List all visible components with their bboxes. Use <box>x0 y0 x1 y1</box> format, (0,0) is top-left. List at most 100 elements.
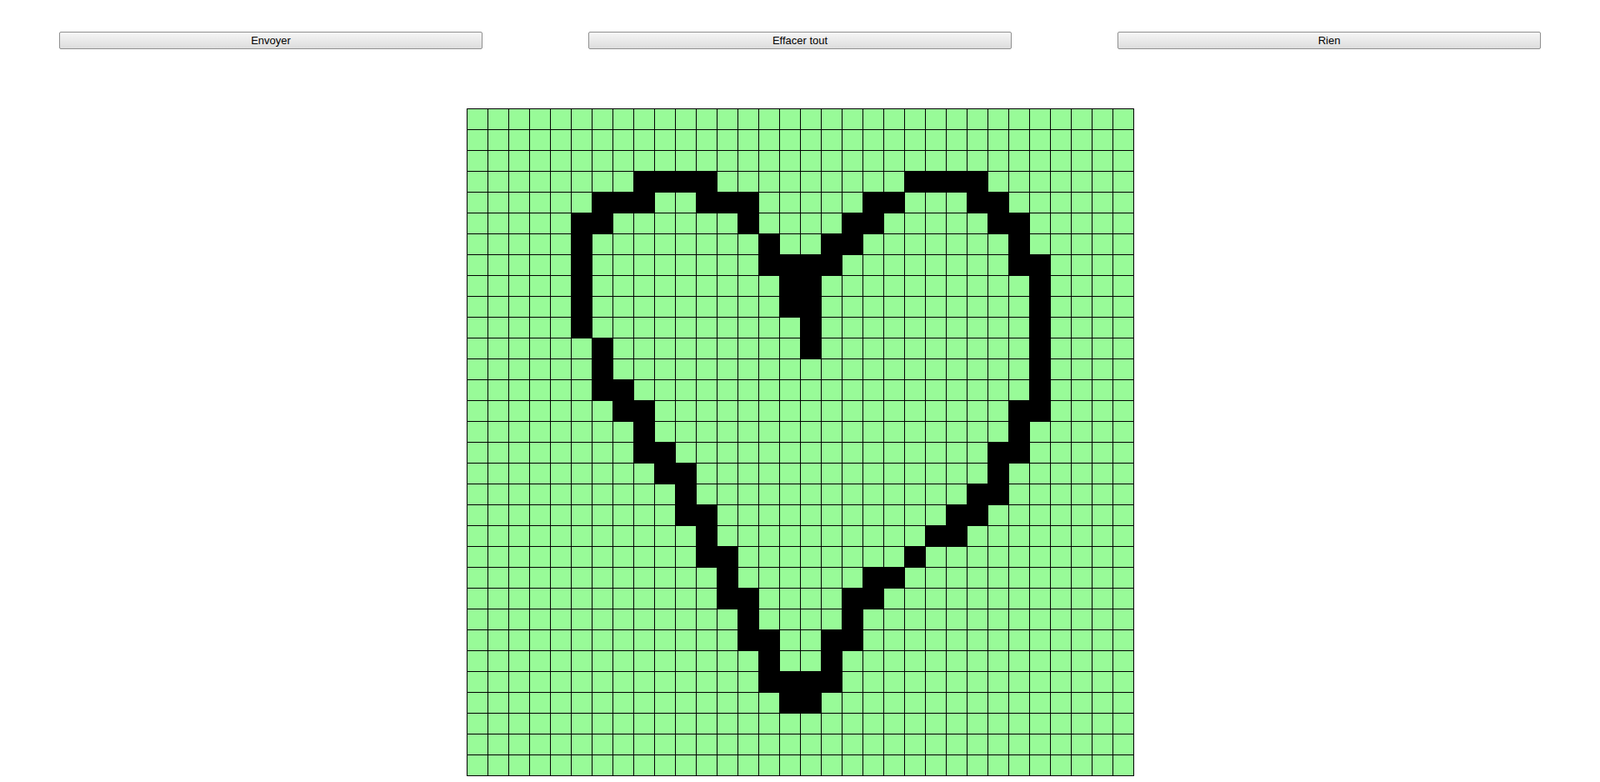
grid-cell[interactable] <box>675 150 696 171</box>
grid-cell[interactable] <box>759 442 780 463</box>
grid-cell[interactable] <box>717 609 738 630</box>
grid-cell[interactable] <box>1071 171 1092 192</box>
grid-cell[interactable] <box>738 317 759 338</box>
grid-cell[interactable] <box>571 713 592 734</box>
grid-cell[interactable] <box>946 463 967 484</box>
grid-cell[interactable] <box>530 692 550 713</box>
grid-cell[interactable] <box>946 109 967 130</box>
grid-cell[interactable] <box>821 213 842 234</box>
grid-cell[interactable] <box>759 546 780 567</box>
grid-cell[interactable] <box>488 400 509 421</box>
grid-cell[interactable] <box>780 192 800 213</box>
grid-cell[interactable] <box>530 650 550 671</box>
grid-cell[interactable] <box>550 734 571 755</box>
grid-cell[interactable] <box>571 380 592 400</box>
grid-cell[interactable] <box>488 150 509 171</box>
grid-cell[interactable] <box>717 296 738 317</box>
grid-cell[interactable] <box>800 192 821 213</box>
grid-cell[interactable] <box>863 400 884 421</box>
grid-cell[interactable] <box>467 463 488 484</box>
grid-cell[interactable] <box>759 109 780 130</box>
grid-cell[interactable] <box>467 713 488 734</box>
grid-cell[interactable] <box>509 171 530 192</box>
grid-cell[interactable] <box>842 255 863 275</box>
grid-cell[interactable] <box>655 713 675 734</box>
grid-cell[interactable] <box>738 567 759 588</box>
grid-cell[interactable] <box>613 630 634 650</box>
grid-cell[interactable] <box>884 130 905 150</box>
grid-cell[interactable] <box>863 671 884 692</box>
grid-cell[interactable] <box>821 400 842 421</box>
grid-cell[interactable] <box>509 255 530 275</box>
grid-cell[interactable] <box>988 150 1009 171</box>
grid-cell[interactable] <box>863 463 884 484</box>
grid-cell[interactable] <box>967 400 988 421</box>
grid-cell[interactable] <box>967 317 988 338</box>
grid-cell[interactable] <box>613 400 634 421</box>
grid-cell[interactable] <box>1030 734 1050 755</box>
grid-cell[interactable] <box>1050 255 1071 275</box>
grid-cell[interactable] <box>467 130 488 150</box>
grid-cell[interactable] <box>1071 150 1092 171</box>
grid-cell[interactable] <box>1030 380 1050 400</box>
grid-cell[interactable] <box>571 588 592 609</box>
grid-cell[interactable] <box>1050 234 1071 255</box>
grid-cell[interactable] <box>988 380 1009 400</box>
grid-cell[interactable] <box>821 150 842 171</box>
grid-cell[interactable] <box>571 630 592 650</box>
grid-cell[interactable] <box>925 609 946 630</box>
grid-cell[interactable] <box>488 671 509 692</box>
grid-cell[interactable] <box>1050 525 1071 546</box>
grid-cell[interactable] <box>1092 484 1113 505</box>
grid-cell[interactable] <box>1030 650 1050 671</box>
grid-cell[interactable] <box>884 400 905 421</box>
grid-cell[interactable] <box>530 192 550 213</box>
grid-cell[interactable] <box>905 588 925 609</box>
grid-cell[interactable] <box>884 109 905 130</box>
grid-cell[interactable] <box>967 109 988 130</box>
grid-cell[interactable] <box>550 692 571 713</box>
grid-cell[interactable] <box>1071 317 1092 338</box>
grid-cell[interactable] <box>884 275 905 296</box>
grid-cell[interactable] <box>1071 755 1092 775</box>
grid-cell[interactable] <box>634 317 655 338</box>
grid-cell[interactable] <box>592 150 613 171</box>
grid-cell[interactable] <box>592 484 613 505</box>
grid-cell[interactable] <box>905 671 925 692</box>
grid-cell[interactable] <box>675 359 696 380</box>
grid-cell[interactable] <box>821 442 842 463</box>
grid-cell[interactable] <box>988 296 1009 317</box>
grid-cell[interactable] <box>988 692 1009 713</box>
grid-cell[interactable] <box>550 463 571 484</box>
grid-cell[interactable] <box>550 171 571 192</box>
grid-cell[interactable] <box>550 150 571 171</box>
grid-cell[interactable] <box>1092 192 1113 213</box>
grid-cell[interactable] <box>988 442 1009 463</box>
grid-cell[interactable] <box>863 734 884 755</box>
grid-cell[interactable] <box>1071 400 1092 421</box>
grid-cell[interactable] <box>780 484 800 505</box>
grid-cell[interactable] <box>488 296 509 317</box>
grid-cell[interactable] <box>634 213 655 234</box>
grid-cell[interactable] <box>592 546 613 567</box>
grid-cell[interactable] <box>1113 359 1134 380</box>
grid-cell[interactable] <box>800 213 821 234</box>
grid-cell[interactable] <box>988 130 1009 150</box>
grid-cell[interactable] <box>655 171 675 192</box>
grid-cell[interactable] <box>1071 234 1092 255</box>
grid-cell[interactable] <box>675 525 696 546</box>
grid-cell[interactable] <box>821 255 842 275</box>
grid-cell[interactable] <box>821 317 842 338</box>
grid-cell[interactable] <box>925 317 946 338</box>
grid-cell[interactable] <box>800 546 821 567</box>
grid-cell[interactable] <box>571 130 592 150</box>
grid-cell[interactable] <box>863 713 884 734</box>
grid-cell[interactable] <box>1092 338 1113 359</box>
grid-cell[interactable] <box>655 255 675 275</box>
grid-cell[interactable] <box>1092 317 1113 338</box>
grid-cell[interactable] <box>696 421 717 442</box>
grid-cell[interactable] <box>488 713 509 734</box>
grid-cell[interactable] <box>1113 338 1134 359</box>
grid-cell[interactable] <box>863 338 884 359</box>
grid-cell[interactable] <box>467 275 488 296</box>
